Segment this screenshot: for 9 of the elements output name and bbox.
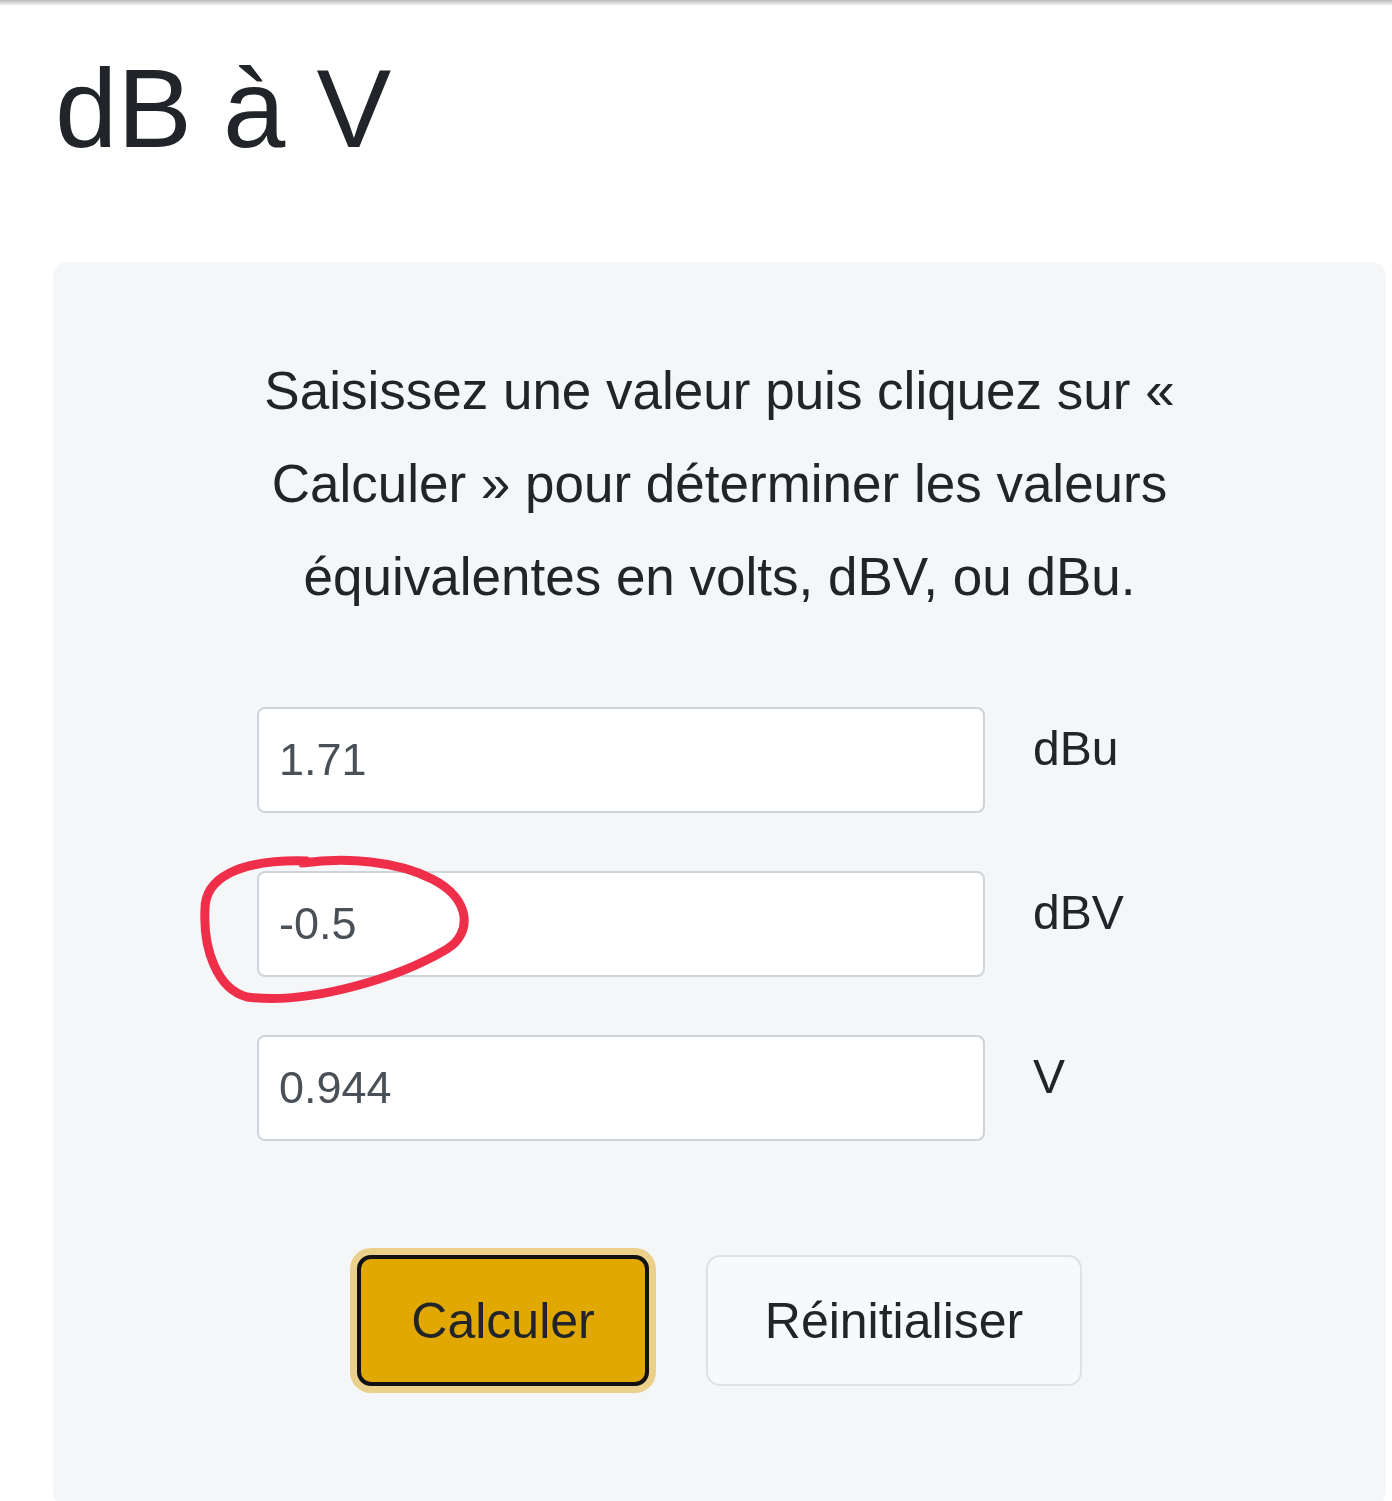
unit-label: dBV (1033, 885, 1124, 940)
input-field[interactable]: 1.71 (257, 707, 985, 813)
input-field[interactable]: 0.944 (257, 1035, 985, 1141)
reset-button[interactable]: Réinitialiser (706, 1255, 1082, 1386)
input-field[interactable]: -0.5 (257, 871, 985, 977)
unit-label: dBu (1033, 721, 1119, 776)
instructions-text: Saisissez une valeur puis cliquez sur « Calculer » pour déterminer les valeurs équivalentes en volts, dBV, ou dBu. (263, 360, 1176, 608)
page-title: dB à V (55, 45, 393, 173)
unit-label: V (1033, 1049, 1065, 1104)
